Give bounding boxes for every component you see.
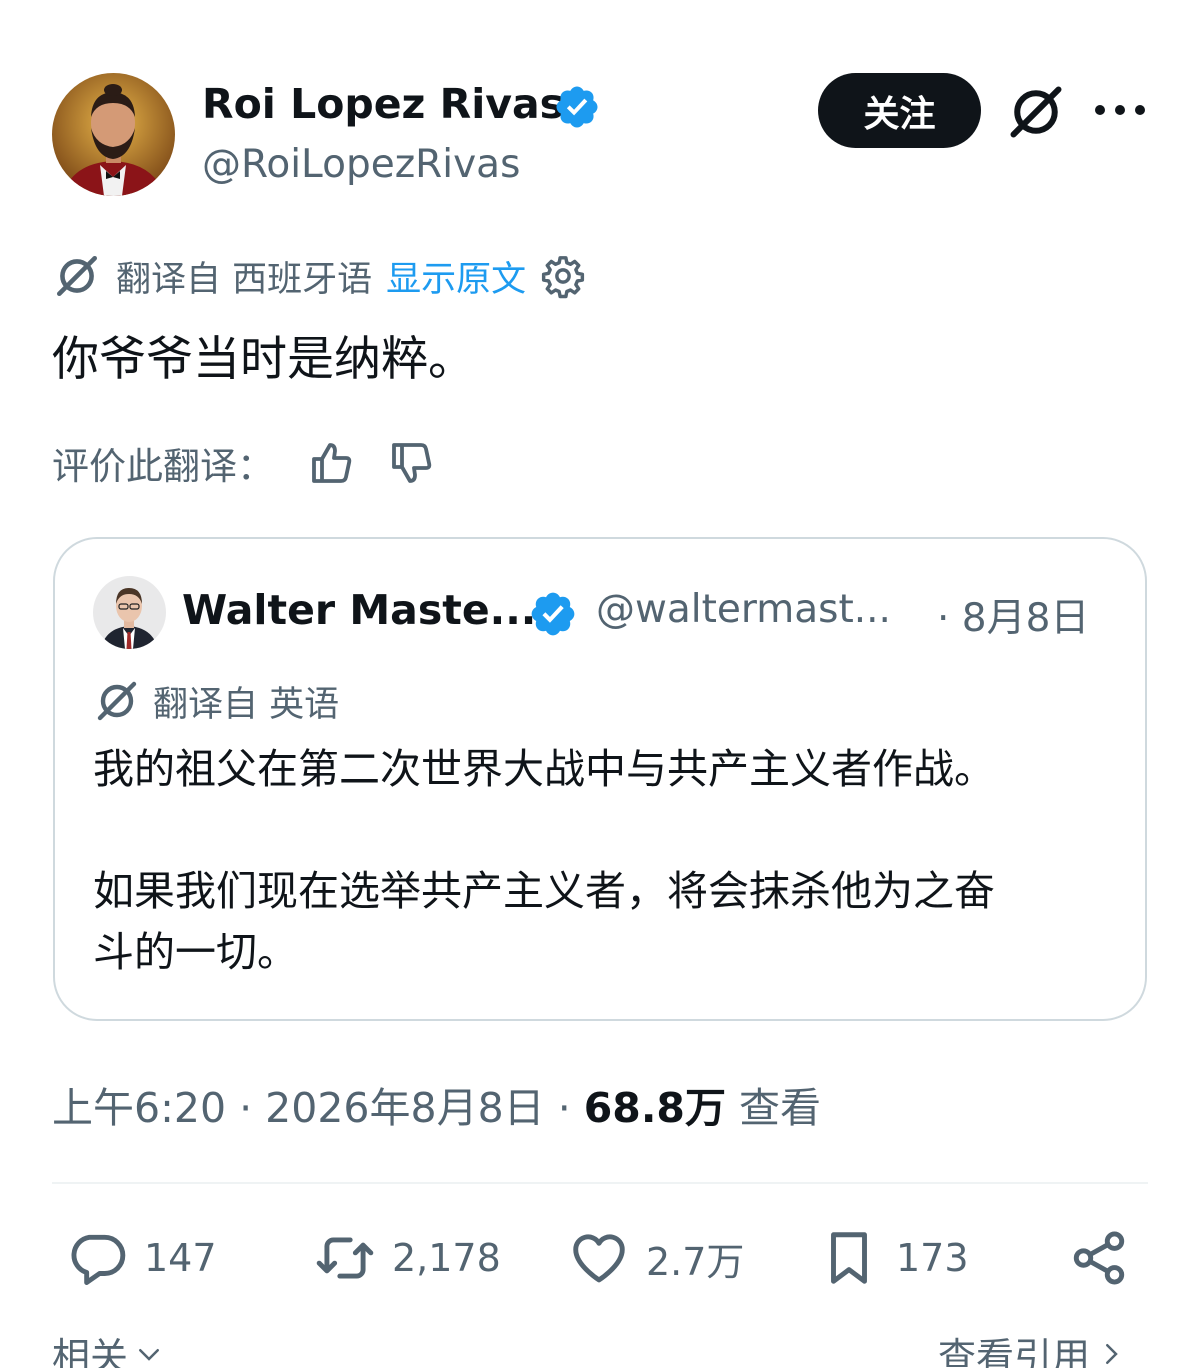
share-button[interactable]	[1068, 1225, 1130, 1291]
grok-icon[interactable]	[1006, 82, 1066, 142]
rate-translation-label: 评价此翻译：	[52, 444, 274, 488]
thumbs-up-icon[interactable]	[308, 439, 356, 487]
like-count: 2.7万	[646, 1239, 745, 1284]
share-icon	[1073, 1231, 1125, 1285]
quoted-tweet-paragraph: 我的祖父在第二次世界大战中与共产主义者作战。	[93, 745, 995, 793]
bookmark-button[interactable]: 173	[818, 1225, 969, 1291]
follow-button[interactable]: 关注	[818, 73, 981, 148]
divider	[52, 1182, 1148, 1184]
translate-icon	[97, 681, 137, 721]
retweet-count: 2,178	[392, 1236, 501, 1280]
view-quotes-link[interactable]: 查看引用	[938, 1326, 1126, 1368]
quoted-tweet-date[interactable]: · 8月8日	[937, 587, 1089, 643]
retweet-icon	[316, 1237, 374, 1279]
quoted-author-avatar[interactable]	[93, 576, 166, 649]
translate-icon	[57, 256, 98, 296]
reply-icon	[71, 1234, 126, 1285]
like-button[interactable]: 2.7万	[568, 1225, 744, 1291]
bookmark-icon	[831, 1232, 867, 1284]
related-toggle[interactable]: 相关	[52, 1326, 164, 1368]
gear-icon[interactable]	[540, 253, 586, 299]
views-label: 查看	[725, 1084, 821, 1132]
quoted-translation-label: 翻译自 英语	[153, 684, 340, 725]
author-handle[interactable]: @RoiLopezRivas	[202, 142, 520, 187]
views-count: 68.8万	[583, 1084, 726, 1132]
verified-badge-icon	[556, 86, 598, 128]
verified-badge-icon	[531, 592, 575, 636]
chevron-right-icon	[1106, 1343, 1118, 1364]
tweet-meta: 上午6:20 · 2026年8月8日 · 68.8万 查看	[52, 1074, 821, 1134]
show-original-link[interactable]: 显示原文	[386, 251, 526, 302]
retweet-button[interactable]: 2,178	[314, 1225, 501, 1291]
quoted-tweet-paragraph: 斗的一切。	[93, 928, 298, 976]
tweet-timestamp[interactable]: 上午6:20 · 2026年8月8日 ·	[52, 1084, 584, 1132]
author-name[interactable]: Roi Lopez Rivas	[202, 80, 564, 128]
rate-translation-row: 评价此翻译：	[52, 435, 468, 490]
reply-count: 147	[144, 1236, 217, 1280]
quoted-translation-row: 翻译自 英语	[93, 676, 339, 726]
bookmark-count: 173	[896, 1236, 969, 1280]
view-quotes-label: 查看引用	[938, 1335, 1091, 1368]
heart-icon	[573, 1234, 625, 1283]
more-icon[interactable]	[1095, 92, 1145, 128]
related-label: 相关	[52, 1335, 129, 1368]
reply-button[interactable]: 147	[66, 1225, 217, 1291]
thumbs-down-icon[interactable]	[388, 439, 436, 487]
quoted-author-name[interactable]: Walter Maste...	[182, 586, 536, 634]
author-avatar[interactable]	[52, 73, 175, 196]
translation-row: 翻译自 西班牙语 显示原文	[52, 251, 586, 301]
tweet-text: 你爷爷当时是纳粹。	[52, 332, 475, 387]
quoted-author-handle[interactable]: @waltermast...	[596, 587, 891, 632]
quoted-tweet-paragraph: 如果我们现在选举共产主义者，将会抹杀他为之奋	[93, 867, 995, 915]
translation-label: 翻译自 西班牙语	[116, 259, 373, 300]
chevron-down-icon	[139, 1348, 160, 1361]
quoted-tweet-card[interactable]: Walter Maste... @waltermast... · 8月8日 翻译…	[53, 537, 1147, 1021]
